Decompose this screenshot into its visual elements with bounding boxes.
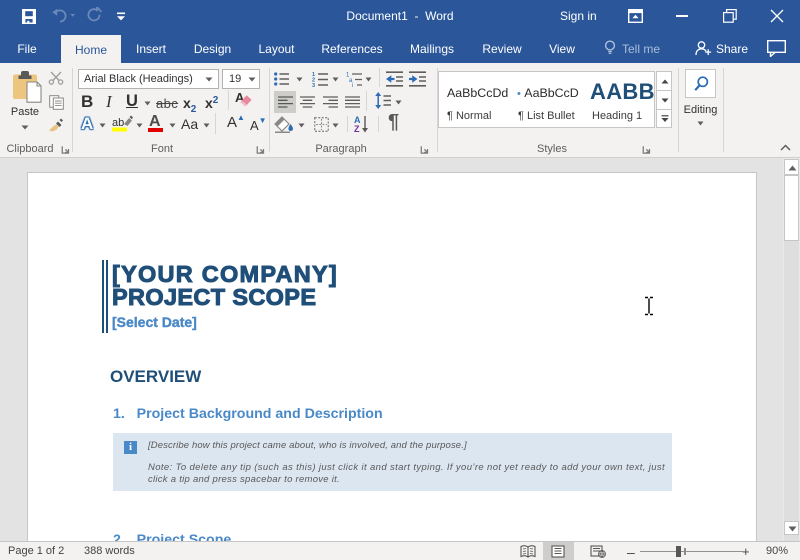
svg-text:i: i [352,83,353,87]
svg-text:ab: ab [112,117,124,129]
svg-text:Z: Z [354,124,360,133]
svg-text:3: 3 [312,83,315,87]
